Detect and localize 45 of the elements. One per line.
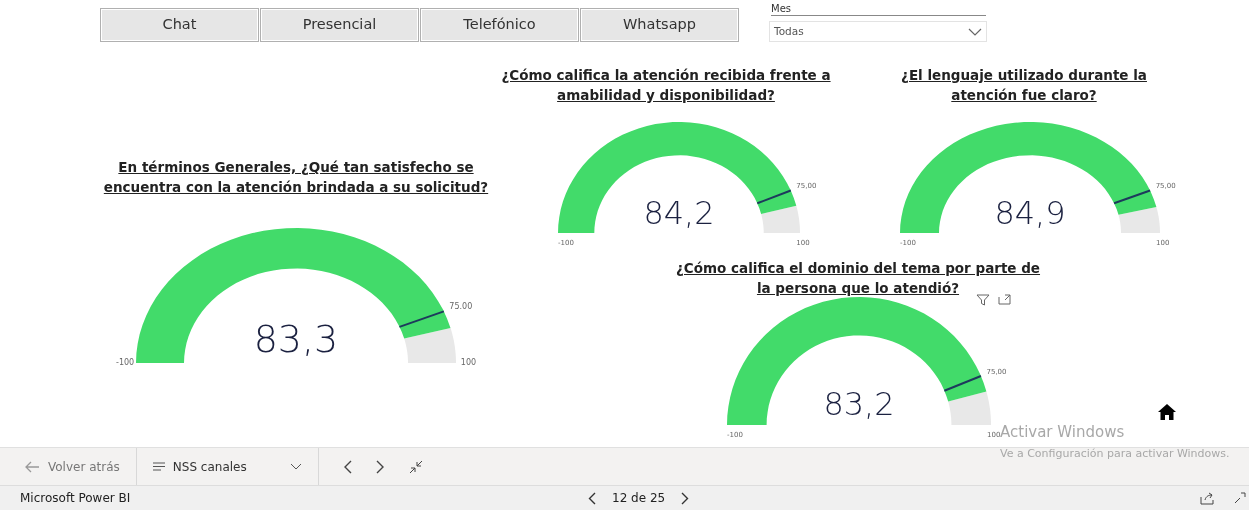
app-name: Microsoft Power BI <box>20 490 131 507</box>
gauge-value: 84,2 <box>643 194 715 233</box>
target-marker <box>1113 189 1152 205</box>
chevron-down-icon <box>968 27 982 36</box>
gauge-track <box>1118 206 1160 233</box>
gauge-track <box>404 328 456 363</box>
min-label: -100 <box>116 358 135 367</box>
slicer-label: Mes <box>771 2 986 16</box>
activation-title: Activar Windows <box>1000 423 1125 441</box>
channel-button[interactable]: Whatsapp <box>580 8 739 42</box>
gauge-value: 84,9 <box>994 194 1066 233</box>
next-page-icon[interactable] <box>375 459 385 474</box>
collapse-icon[interactable] <box>408 459 423 474</box>
share-icon[interactable] <box>1200 491 1214 505</box>
lines-icon <box>152 462 165 471</box>
expand-icon[interactable] <box>1234 492 1246 504</box>
page-counter: 12 de 25 <box>612 490 666 507</box>
previous-page-icon[interactable] <box>588 491 596 505</box>
target-marker <box>398 310 445 328</box>
next-page-icon[interactable] <box>681 491 690 505</box>
focus-mode-icon[interactable] <box>998 294 1011 305</box>
gauge-value: 83,2 <box>823 384 895 423</box>
home-icon[interactable] <box>1158 404 1176 420</box>
previous-page-icon[interactable] <box>342 459 352 474</box>
activation-message: Ve a Configuración para activar Windows. <box>1000 446 1230 462</box>
gauge-title: ¿Cómo califica la atención recibida frente a amabilidad y disponibilidad? <box>500 66 832 105</box>
gauge-value: 83,3 <box>253 317 339 362</box>
month-dropdown[interactable]: Todas <box>769 21 987 42</box>
filter-icon[interactable] <box>976 294 990 306</box>
gauge-title: ¿El lenguaje utilizado durante la atención fue claro? <box>900 66 1148 105</box>
gauge-title: En términos Generales, ¿Qué tan satisfecho se encuentra con la atención brindada a su solicitud? <box>102 158 490 197</box>
target-marker <box>756 189 792 205</box>
target-label: 75.00 <box>449 302 473 312</box>
arrow-left-icon <box>24 460 40 473</box>
page-dropdown[interactable]: NSS canales <box>144 453 310 480</box>
channel-button[interactable]: Presencial <box>260 8 419 42</box>
max-label: 100 <box>460 358 477 367</box>
gauge-title: ¿Cómo califica el dominio del tema por parte de la persona que lo atendió? <box>674 259 1042 298</box>
channel-button[interactable]: Chat <box>100 8 259 42</box>
chevron-down-icon <box>289 463 302 470</box>
gauge-track <box>948 391 991 425</box>
gauge-track <box>761 205 800 233</box>
channel-button[interactable]: Telefónico <box>420 8 579 42</box>
back-button[interactable]: Volver atrás <box>24 457 120 476</box>
target-marker <box>943 375 982 392</box>
